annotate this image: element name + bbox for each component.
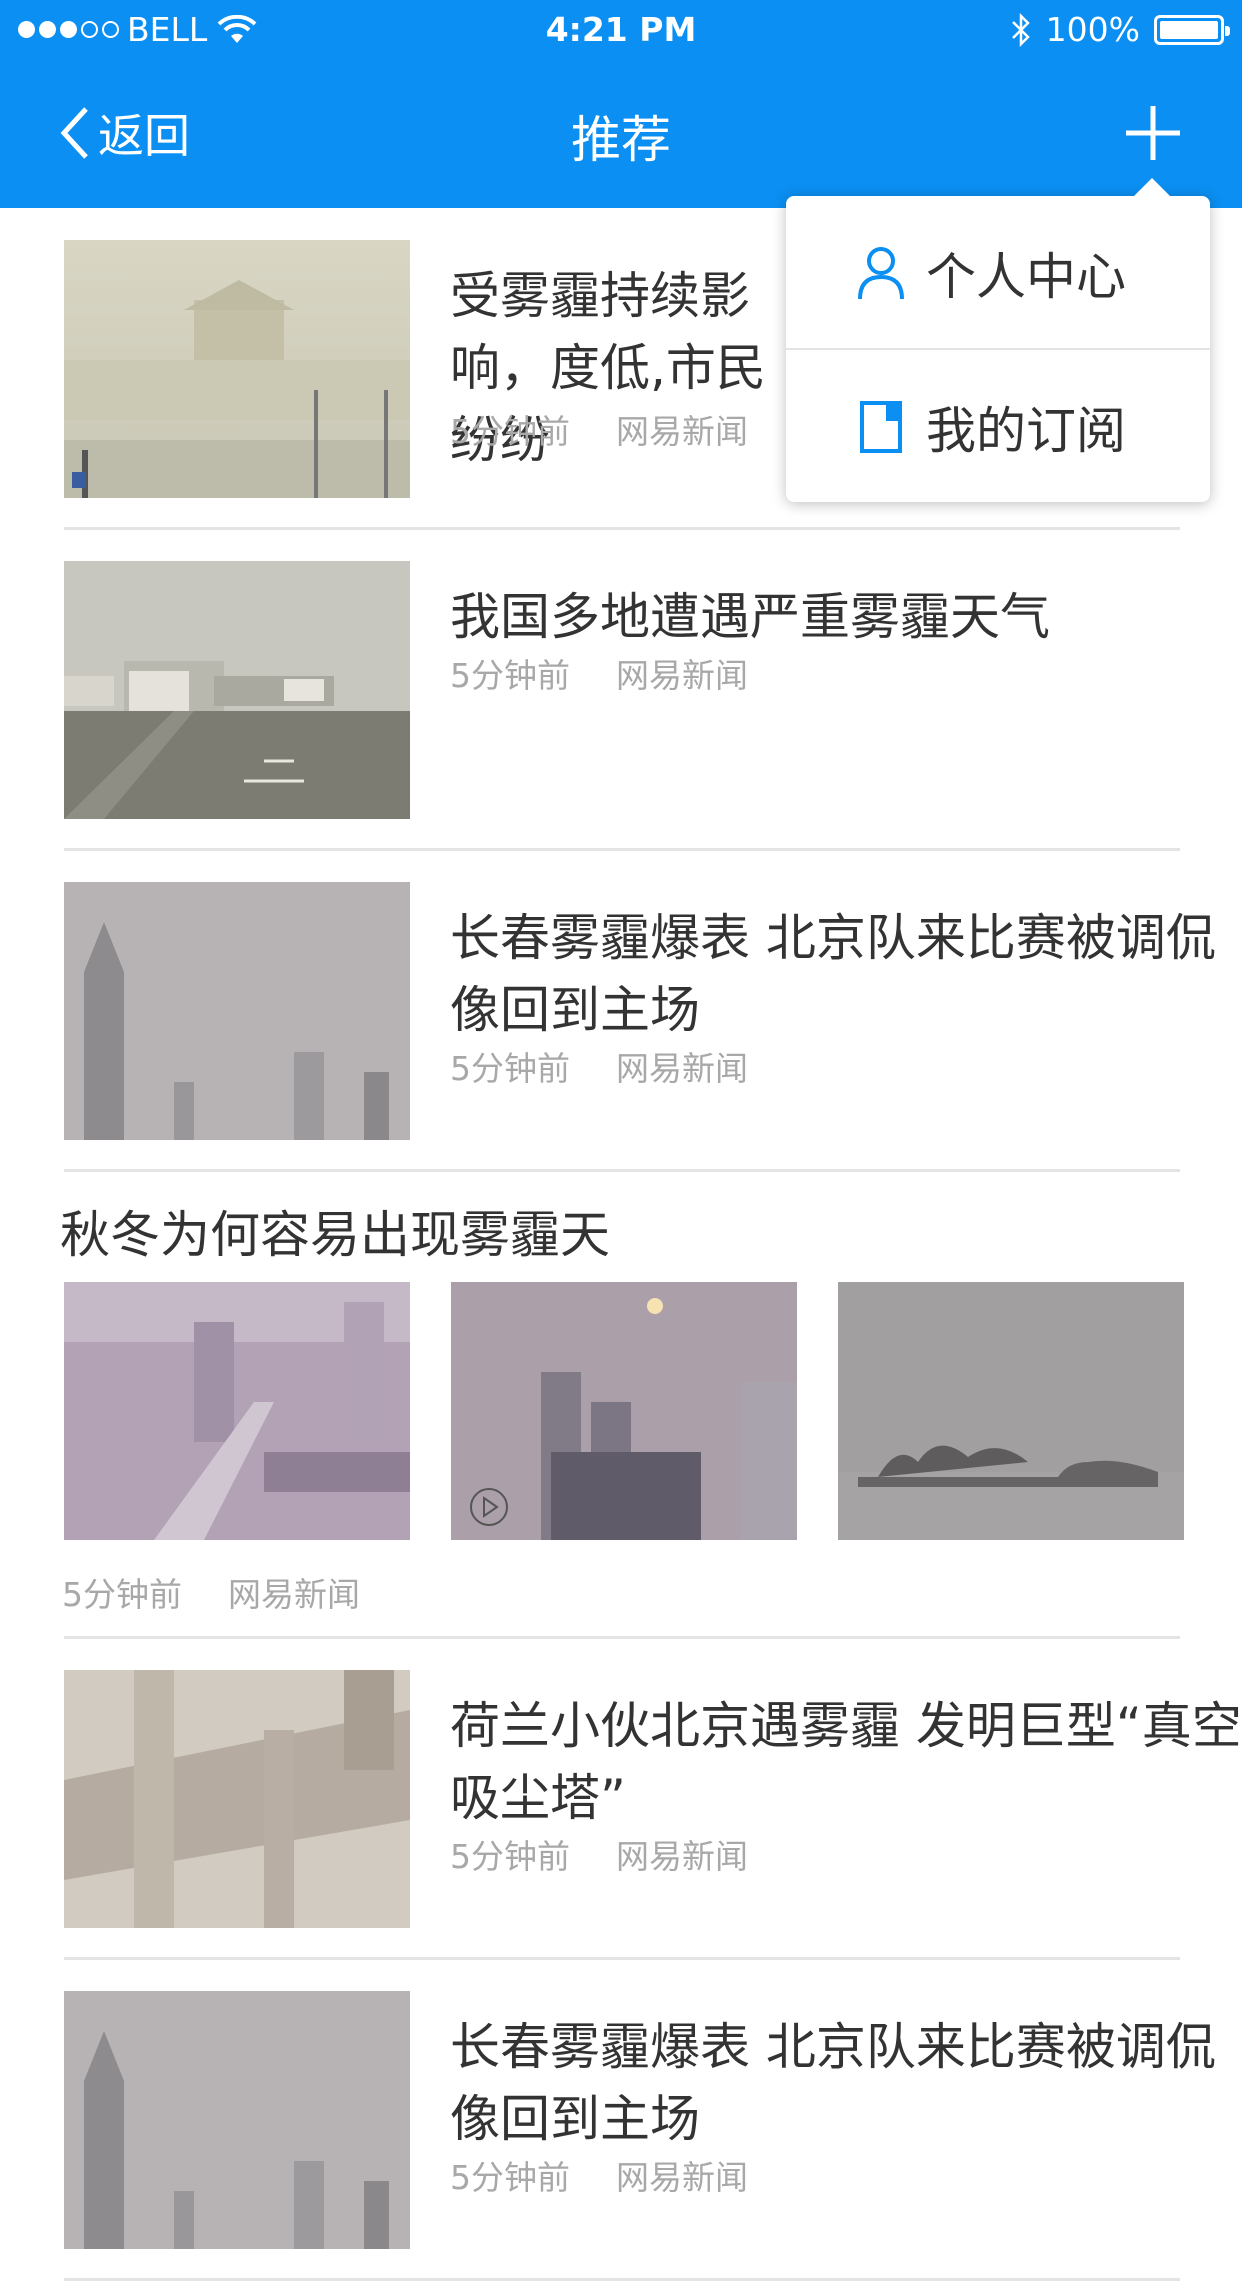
gallery-image	[838, 1282, 1184, 1540]
top-bar: BELL 4:21 PM 100% 返回 推荐	[0, 0, 1242, 208]
gallery-image	[64, 1282, 410, 1540]
nav-bar: 返回 推荐	[0, 60, 1242, 208]
bluetooth-icon	[1011, 12, 1030, 47]
article-thumbnail	[64, 1991, 410, 2249]
article-source: 网易新闻	[616, 1837, 748, 1876]
article-title: 荷兰小伙北京遇雾霾 发明巨型“真空吸尘塔”	[450, 1697, 1242, 1827]
menu-item-subscriptions[interactable]: 我的订阅	[786, 350, 1210, 503]
article-meta: 5分钟前 网易新闻	[450, 2151, 748, 2199]
article-title: 长春雾霾爆表 北京队来比赛被调侃像回到主场	[450, 2018, 1216, 2148]
article-time: 5分钟前	[450, 656, 570, 695]
user-icon	[858, 246, 904, 299]
gallery-meta: 5分钟前 网易新闻	[62, 1568, 360, 1616]
gallery-source: 网易新闻	[228, 1575, 360, 1614]
gallery-title: 秋冬为何容易出现雾霾天	[60, 1206, 610, 1264]
battery-percent: 100%	[1045, 10, 1140, 49]
bookmark-icon	[860, 400, 902, 453]
divider	[64, 1957, 1180, 1960]
menu-item-label: 个人中心	[926, 247, 1126, 306]
article-source: 网易新闻	[616, 2158, 748, 2197]
page-title: 推荐	[571, 111, 671, 169]
article-meta: 5分钟前 网易新闻	[450, 405, 748, 453]
article-time: 5分钟前	[450, 1837, 570, 1876]
list-item[interactable]: 长春雾霾爆表 北京队来比赛被调侃像回到主场 5分钟前 网易新闻	[64, 1991, 1216, 2251]
menu-item-profile[interactable]: 个人中心	[786, 196, 1210, 349]
article-time: 5分钟前	[450, 1049, 570, 1088]
plus-icon[interactable]	[1124, 104, 1182, 162]
divider	[64, 848, 1180, 851]
gallery-time: 5分钟前	[62, 1575, 182, 1614]
list-item[interactable]: 长春雾霾爆表 北京队来比赛被调侃像回到主场 5分钟前 网易新闻	[64, 882, 1216, 1142]
dropdown-arrow	[1134, 178, 1170, 196]
divider	[64, 2278, 1180, 2281]
article-source: 网易新闻	[616, 1049, 748, 1088]
gallery-image	[451, 1282, 797, 1540]
battery-icon	[1154, 14, 1230, 45]
article-meta: 5分钟前 网易新闻	[450, 649, 748, 697]
article-title: 我国多地遭遇严重雾霾天气	[450, 588, 1050, 646]
status-bar: BELL 4:21 PM 100%	[0, 0, 1242, 60]
article-time: 5分钟前	[450, 412, 570, 451]
dropdown-menu: 个人中心 我的订阅	[786, 178, 1210, 503]
menu-item-label: 我的订阅	[926, 401, 1126, 460]
article-thumbnail	[64, 240, 410, 498]
article-meta: 5分钟前 网易新闻	[450, 1042, 748, 1090]
article-title: 长春雾霾爆表 北京队来比赛被调侃像回到主场	[450, 909, 1216, 1039]
article-thumbnail	[64, 882, 410, 1140]
article-thumbnail	[64, 561, 410, 819]
article-meta: 5分钟前 网易新闻	[450, 1830, 748, 1878]
divider	[64, 527, 1180, 530]
list-item[interactable]: 我国多地遭遇严重雾霾天气 5分钟前 网易新闻	[64, 561, 1180, 821]
article-time: 5分钟前	[450, 2158, 570, 2197]
article-thumbnail	[64, 1670, 410, 1928]
list-item[interactable]: 荷兰小伙北京遇雾霾 发明巨型“真空吸尘塔” 5分钟前 网易新闻	[64, 1670, 1242, 1930]
divider	[64, 1169, 1180, 1172]
article-source: 网易新闻	[616, 656, 748, 695]
article-source: 网易新闻	[616, 412, 748, 451]
divider	[64, 1636, 1180, 1639]
